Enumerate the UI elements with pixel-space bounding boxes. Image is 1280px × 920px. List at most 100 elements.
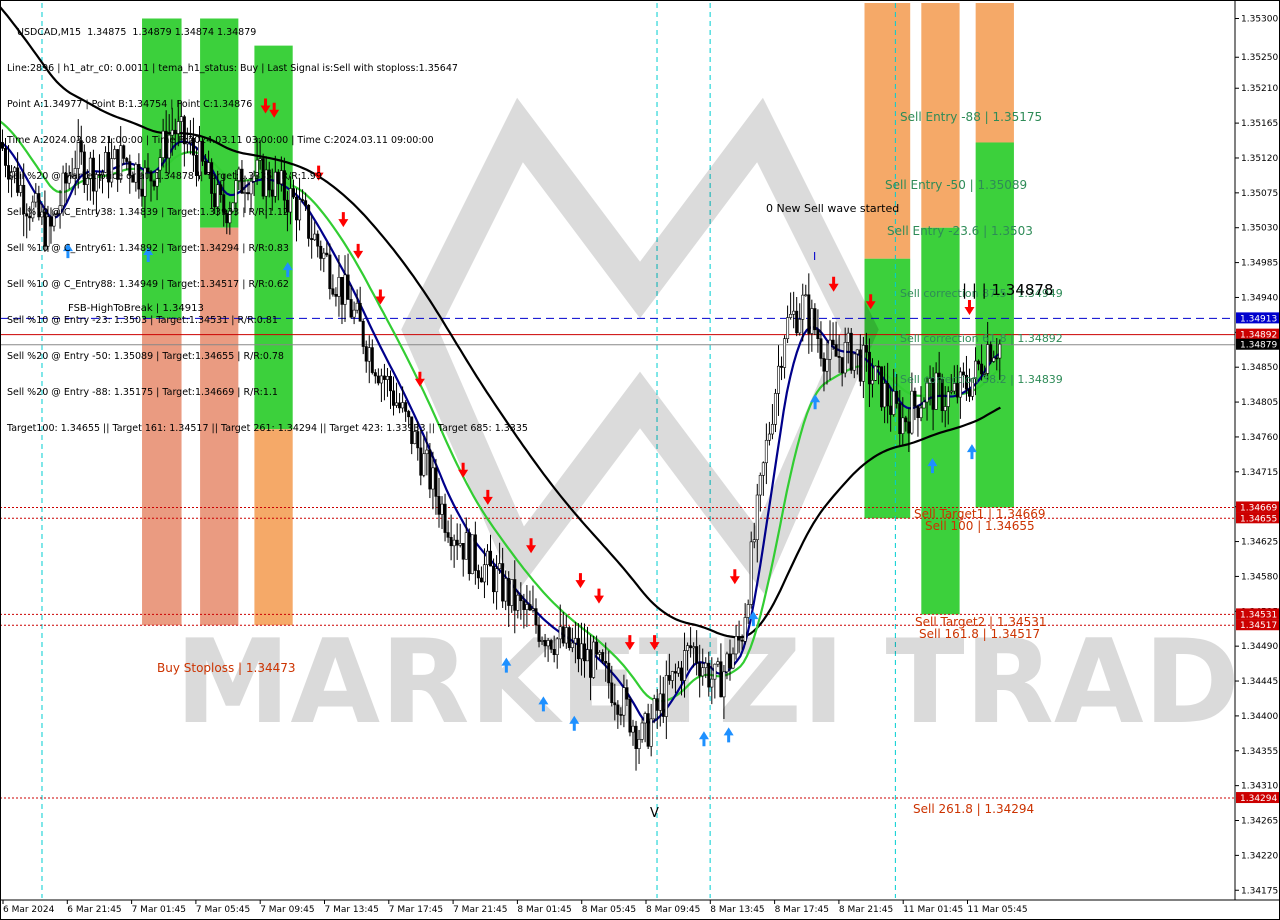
candle-body [564, 627, 568, 644]
signal-info-panel: USDCAD,M15 1.34875 1.34879 1.34874 1.348… [7, 3, 528, 447]
candle-body [992, 357, 996, 362]
candle-body [579, 643, 583, 660]
candle-body [425, 449, 429, 455]
sell-1618-label: Sell 161.8 | 1.34517 [919, 627, 1041, 641]
price-tick-label: 1.34940 [1241, 293, 1278, 303]
price-tick-label: 1.34310 [1241, 782, 1278, 792]
time-tick-label: 8 Mar 09:45 [646, 905, 700, 915]
time-tick-label: 6 Mar 21:45 [67, 905, 121, 915]
candle-body [646, 713, 650, 747]
price-tick-label: 1.34175 [1241, 886, 1278, 896]
candle-body [525, 604, 529, 610]
candle-body [558, 626, 562, 640]
time-tick-label: 8 Mar 21:45 [839, 905, 893, 915]
price-tick-label: 1.34490 [1241, 642, 1278, 652]
time-tick-label: 8 Mar 01:45 [517, 905, 571, 915]
candle-body [476, 570, 480, 579]
price-tick-label: 1.34715 [1241, 468, 1278, 478]
candle-body [443, 503, 447, 533]
candle-body [510, 579, 514, 606]
candle-body [501, 563, 505, 602]
candle-body [831, 339, 835, 345]
fsb-high-label: FSB-HighToBreak | 1.34913 [68, 303, 204, 314]
candle-body [534, 608, 538, 626]
candle-body [889, 405, 893, 415]
price-tag-label: 1.34879 [1240, 341, 1277, 351]
candle-body [895, 390, 899, 404]
info-line: Line:2896 | h1_atr_c0: 0.0011 | tema_h1_… [7, 63, 458, 74]
candle-body [504, 578, 508, 602]
price-tick-label: 1.34805 [1241, 398, 1278, 408]
candle-body [792, 310, 796, 315]
buy-arrow-icon [966, 444, 977, 460]
candle-body [822, 358, 826, 372]
price-tag-label: 1.34669 [1240, 503, 1277, 513]
candle-body [907, 421, 911, 434]
info-line: Sell %10 @ C_Entry38: 1.34839 | Target:1… [7, 207, 289, 218]
candle-body [683, 650, 687, 681]
candle-body [679, 667, 683, 681]
zone-sand [864, 3, 911, 259]
candle-body [455, 539, 459, 546]
candle-body [770, 424, 774, 435]
candle-body [767, 433, 771, 441]
price-tag-label: 1.34294 [1240, 794, 1277, 804]
price-tick-label: 1.35030 [1241, 224, 1278, 234]
candle-body [843, 342, 847, 374]
candle-body [537, 624, 541, 642]
price-tick-label: 1.34445 [1241, 677, 1278, 687]
time-tick-label: 7 Mar 01:45 [132, 905, 186, 915]
zone-sand [254, 429, 293, 626]
candle-body [467, 532, 471, 575]
candle-body [464, 532, 468, 560]
candle-body [676, 667, 680, 674]
candle-body [555, 638, 559, 655]
candle-body [704, 662, 708, 669]
candle-body [695, 646, 699, 664]
candle-body [804, 294, 808, 297]
candle-body [598, 652, 602, 655]
candle-body [734, 636, 738, 655]
time-tick-label: 7 Mar 21:45 [453, 905, 507, 915]
price-tick-label: 1.35250 [1241, 53, 1278, 63]
candle-body [637, 739, 641, 749]
candle-body [698, 662, 702, 677]
info-line: Target100: 1.34655 || Target 161: 1.3451… [7, 423, 528, 434]
candle-body [728, 653, 732, 669]
candle-body [649, 718, 653, 747]
candle-body [755, 494, 759, 540]
sell-entry-50-label: Sell Entry -50 | 1.35089 [885, 178, 1028, 192]
candle-body [431, 467, 435, 490]
time-tick-label: 11 Mar 05:45 [968, 905, 1028, 915]
candle-body [707, 662, 711, 688]
candle-body [513, 579, 517, 611]
candle-body [776, 365, 780, 394]
info-line: Sell %20 @ Market price or at: 1.34878 |… [7, 171, 322, 182]
info-line: Sell %10 @ C_Entry88: 1.34949 | Target:1… [7, 279, 289, 290]
price-tick-label: 1.34625 [1241, 538, 1278, 548]
candle-body [789, 314, 793, 318]
candle-body [849, 332, 853, 371]
candle-body [625, 687, 629, 700]
candle-body [710, 678, 714, 688]
wave-v-label: V [650, 806, 659, 821]
candle-body [758, 474, 762, 496]
price-tick-label: 1.34355 [1241, 747, 1278, 757]
candle-body [519, 594, 523, 602]
price-tag-label: 1.34655 [1240, 514, 1277, 524]
candle-body [570, 642, 574, 648]
candle-body [725, 653, 729, 673]
candle-body [807, 294, 811, 334]
sell-2618-label: Sell 261.8 | 1.34294 [913, 802, 1035, 816]
candle-body [604, 660, 608, 664]
candle-body [531, 608, 535, 611]
candle-body [616, 704, 620, 715]
candle-body [801, 294, 805, 320]
price-tick-label: 1.35120 [1241, 154, 1278, 164]
price-tag-label: 1.34531 [1240, 610, 1277, 620]
candle-body [622, 687, 626, 716]
candle-body [967, 389, 971, 397]
candle-body [867, 351, 871, 385]
candle-body [640, 722, 644, 740]
candle-body [786, 317, 790, 339]
